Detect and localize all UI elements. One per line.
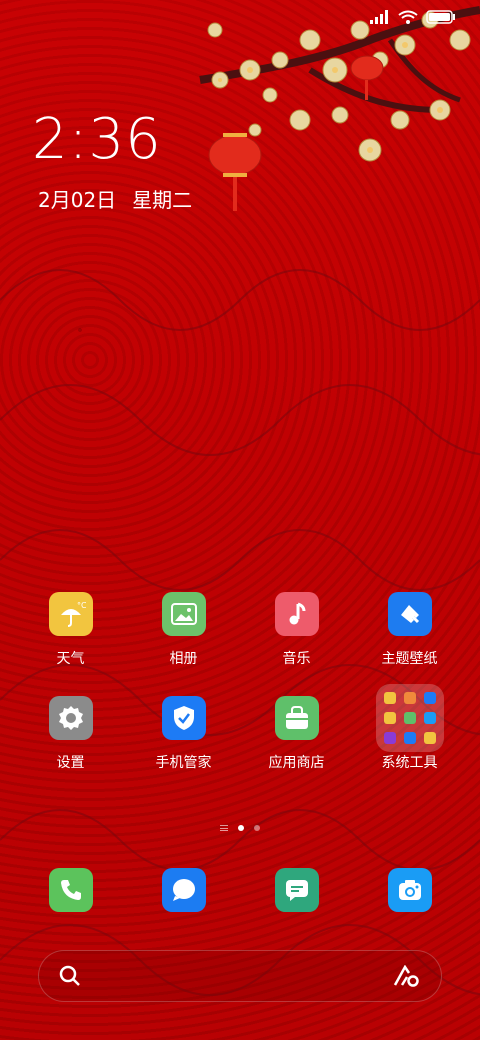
- phone-icon: [48, 868, 93, 912]
- app-phone[interactable]: [23, 868, 119, 912]
- app-gallery[interactable]: 相册: [136, 592, 232, 668]
- notes-icon: [274, 868, 319, 912]
- dock: [0, 868, 480, 912]
- app-row: °C 天气 相册 音乐 主题壁纸: [0, 592, 480, 668]
- security-icon: [161, 696, 206, 740]
- app-settings[interactable]: 设置: [23, 696, 119, 772]
- clock-date[interactable]: 2月02日 星期二: [38, 184, 192, 213]
- status-bar: [370, 10, 456, 24]
- app-store[interactable]: 应用商店: [249, 696, 345, 772]
- camera-icon: [387, 868, 432, 912]
- page-indicator[interactable]: [0, 825, 480, 831]
- clock-time[interactable]: 2:36: [32, 112, 162, 168]
- wifi-icon: [398, 10, 418, 24]
- message-icon: [161, 868, 206, 912]
- assistant-icon[interactable]: [393, 965, 421, 987]
- app-label: 系统工具: [381, 755, 438, 771]
- app-label: 天气: [56, 651, 85, 667]
- app-row: 设置 手机管家 应用商店 系统工具: [0, 684, 480, 772]
- date-text: 2月02日: [38, 188, 117, 212]
- page-dot-active: [238, 825, 244, 831]
- plum-blossom-decoration: [199, 6, 480, 211]
- app-label: 设置: [56, 755, 85, 771]
- search-icon: [59, 965, 80, 986]
- svg-text:°C: °C: [77, 601, 86, 610]
- app-messages[interactable]: [136, 868, 232, 912]
- signal-icon: [370, 10, 388, 24]
- app-weather[interactable]: °C 天气: [23, 592, 119, 668]
- app-folder-system-tools[interactable]: 系统工具: [362, 684, 458, 772]
- folder-icon: [375, 684, 444, 752]
- weather-icon: °C: [48, 592, 93, 636]
- store-icon: [274, 696, 319, 740]
- search-bar[interactable]: [38, 950, 442, 1002]
- app-theme[interactable]: 主题壁纸: [362, 592, 458, 668]
- app-label: 应用商店: [268, 755, 325, 771]
- app-label: 手机管家: [155, 755, 212, 771]
- menu-page-icon: [220, 825, 228, 831]
- app-label: 主题壁纸: [381, 651, 438, 667]
- theme-icon: [387, 592, 432, 636]
- app-grid: °C 天气 相册 音乐 主题壁纸 设置 手机管家 应用商店 系统工具: [0, 592, 480, 800]
- app-music[interactable]: 音乐: [249, 592, 345, 668]
- app-security[interactable]: 手机管家: [136, 696, 232, 772]
- battery-icon: [426, 10, 455, 24]
- app-label: 音乐: [282, 651, 311, 667]
- app-label: 相册: [169, 651, 198, 667]
- weekday-text: 星期二: [132, 188, 193, 212]
- settings-icon: [48, 696, 93, 740]
- app-notes[interactable]: [249, 868, 345, 912]
- gallery-icon: [161, 592, 206, 636]
- app-camera[interactable]: [362, 868, 458, 912]
- music-icon: [274, 592, 319, 636]
- page-dot: [254, 825, 260, 831]
